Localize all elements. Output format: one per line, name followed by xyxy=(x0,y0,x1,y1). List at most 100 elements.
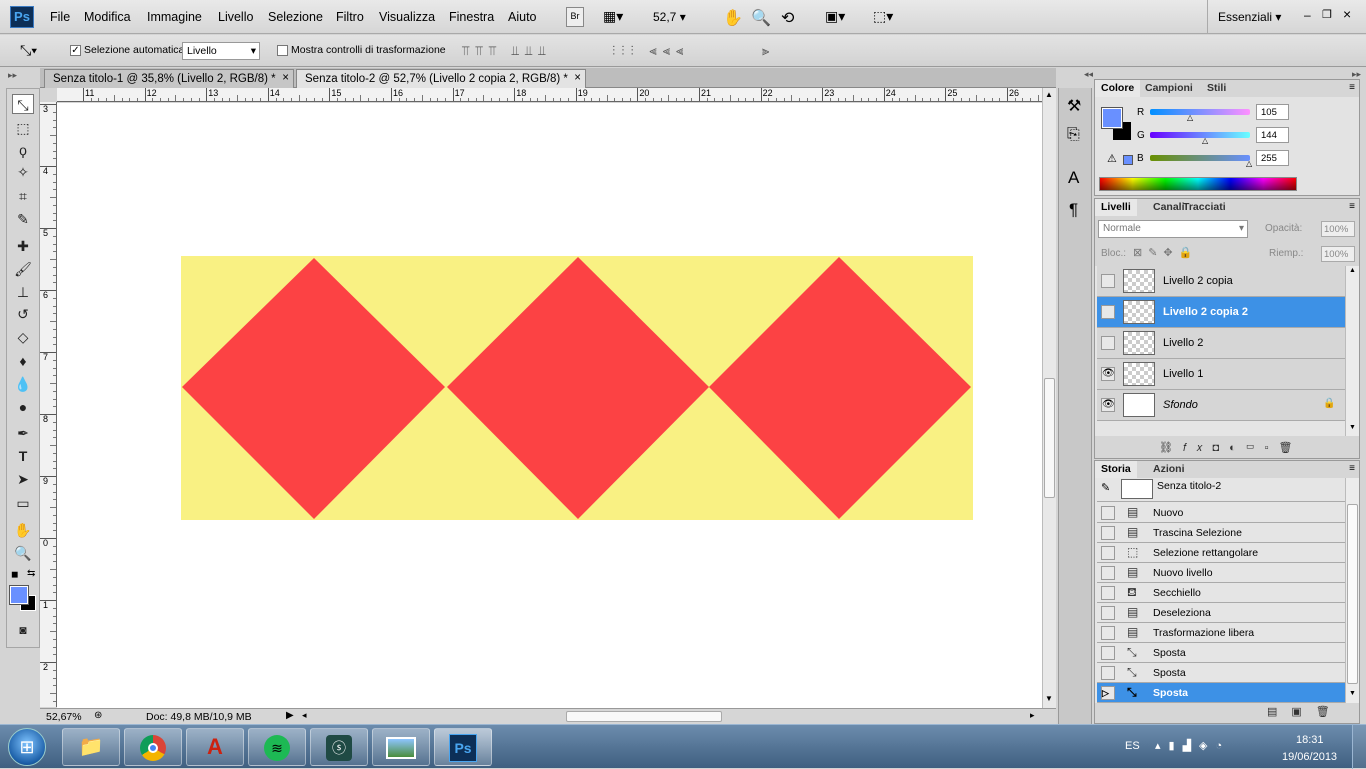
auto-select-dropdown[interactable]: Livello ▾ xyxy=(182,42,260,60)
foreground-color-swatch[interactable] xyxy=(9,585,29,605)
g-slider-thumb[interactable]: △ xyxy=(1202,136,1208,145)
chrome-taskbar-icon[interactable] xyxy=(124,728,182,766)
start-button[interactable]: ⊞ xyxy=(8,728,46,766)
path-selection-icon[interactable]: ➤ xyxy=(12,469,34,489)
marquee-tool-icon[interactable]: ⬚ xyxy=(12,118,34,138)
history-footer-icons[interactable]: ▤▣🗑 xyxy=(1267,705,1344,718)
hand-tool-icon[interactable]: ✋ xyxy=(722,7,744,27)
color-spectrum-bar[interactable] xyxy=(1099,177,1297,191)
g-slider[interactable] xyxy=(1150,132,1250,138)
brush-tool-icon[interactable]: 🖌 xyxy=(12,259,34,279)
transform-controls-checkbox[interactable] xyxy=(277,45,288,56)
history-source-box[interactable]: ▷ xyxy=(1101,686,1115,700)
b-value[interactable]: 255 xyxy=(1256,150,1289,166)
move-tool-icon[interactable]: ⤡ xyxy=(12,94,34,114)
mini-bridge-icon[interactable]: ▦▾ xyxy=(602,7,636,27)
arrange-documents-icon[interactable]: ▣▾ xyxy=(824,7,846,27)
paint-bucket-icon[interactable]: ♦ xyxy=(12,351,34,371)
zoom-level-dropdown[interactable]: 52,7 ▾ xyxy=(652,7,698,27)
panel-menu-icon[interactable]: ≡ xyxy=(1349,463,1355,474)
tab-storia[interactable]: Storia xyxy=(1095,461,1137,478)
magic-wand-icon[interactable]: ✧ xyxy=(12,162,34,182)
history-item[interactable]: ⤡ Sposta xyxy=(1097,643,1345,663)
layer-visibility-icon[interactable] xyxy=(1101,305,1115,319)
rotate-view-icon[interactable]: ⟲ xyxy=(780,7,795,27)
crop-tool-icon[interactable]: ⌗ xyxy=(12,186,34,206)
tab-colore[interactable]: Colore xyxy=(1095,80,1141,97)
restore-button[interactable]: ❐ xyxy=(1322,8,1332,21)
default-colors-icon[interactable]: ◼ xyxy=(11,569,18,580)
tab-close-icon[interactable]: × xyxy=(574,72,581,84)
explorer-taskbar-icon[interactable]: 📁 xyxy=(62,728,120,766)
history-source-box[interactable] xyxy=(1101,626,1115,640)
scroll-right-icon[interactable]: ▸ xyxy=(1030,710,1035,721)
history-item[interactable]: ⛾ Secchiello xyxy=(1097,583,1345,603)
tab-azioni[interactable]: Azioni xyxy=(1147,461,1191,478)
tab-close-icon[interactable]: × xyxy=(282,72,289,84)
history-source-box[interactable] xyxy=(1101,566,1115,580)
gamut-color-chip[interactable] xyxy=(1123,155,1133,165)
history-source-box[interactable] xyxy=(1101,506,1115,520)
tool-presets-icon[interactable]: ⚒ xyxy=(1067,96,1081,116)
blur-tool-icon[interactable]: 💧 xyxy=(12,374,34,394)
r-slider-thumb[interactable]: △ xyxy=(1187,113,1193,122)
tab-campioni[interactable]: Campioni xyxy=(1139,80,1199,97)
b-slider[interactable] xyxy=(1150,155,1250,161)
scroll-left-icon[interactable]: ◂ xyxy=(302,710,307,721)
panel-menu-icon[interactable]: ≡ xyxy=(1349,201,1355,212)
clock-date[interactable]: 19/06/2013 xyxy=(1282,751,1337,763)
canvas-area[interactable] xyxy=(57,103,1042,708)
vertical-scroll-thumb[interactable] xyxy=(1044,378,1055,498)
foreground-color-chip[interactable] xyxy=(1101,107,1123,129)
history-item[interactable]: ▷ ⤡ Sposta xyxy=(1097,683,1345,703)
history-item[interactable]: ▤ Trasformazione libera xyxy=(1097,623,1345,643)
history-source-box[interactable] xyxy=(1101,666,1115,680)
menu-immagine[interactable]: Immagine xyxy=(147,10,202,24)
layer-footer-icons[interactable]: ⛓𝑓𝑥◘◐▭▫🗑 xyxy=(1159,441,1302,455)
zoom-tool-icon[interactable]: 🔍 xyxy=(750,7,772,27)
dodge-tool-icon[interactable]: ● xyxy=(12,397,34,417)
vertical-scrollbar[interactable]: ▲ ▼ xyxy=(1042,88,1056,708)
move-tool-preset-icon[interactable]: ⤡▾ xyxy=(20,42,37,59)
menu-finestra[interactable]: Finestra xyxy=(449,10,494,24)
history-brush-source-icon[interactable]: ✎ xyxy=(1101,481,1110,494)
layer-row[interactable]: 👁 Sfondo 🔒 xyxy=(1097,390,1345,421)
minimize-button[interactable]: – xyxy=(1304,8,1311,22)
tab-stili[interactable]: Stili xyxy=(1201,80,1232,97)
history-source-box[interactable] xyxy=(1101,586,1115,600)
scroll-up-icon[interactable]: ▲ xyxy=(1045,90,1053,99)
fill-value[interactable]: 100% xyxy=(1321,246,1355,262)
menu-file[interactable]: File xyxy=(50,10,70,24)
tab-tracciati[interactable]: Tracciati xyxy=(1177,199,1232,216)
history-snapshot[interactable]: ✎ Senza titolo-2 xyxy=(1097,478,1345,502)
clone-stamp-icon[interactable]: ⊥ xyxy=(12,282,34,302)
zoom-tool-icon[interactable]: 🔍 xyxy=(12,543,34,563)
b-slider-thumb[interactable]: △ xyxy=(1246,159,1252,168)
menu-visualizza[interactable]: Visualizza xyxy=(379,10,435,24)
layer-row[interactable]: Livello 2 copia 2 xyxy=(1097,297,1345,328)
distribute-icons[interactable]: ⫶⫶⫶ ⫷⫷⫷ xyxy=(612,43,689,59)
hand-tool-icon[interactable]: ✋ xyxy=(12,520,34,540)
eyedropper-icon[interactable]: ✎ xyxy=(12,209,34,229)
layer-visibility-icon[interactable] xyxy=(1101,336,1115,350)
panel-menu-icon[interactable]: ≡ xyxy=(1349,82,1355,93)
layers-scrollbar[interactable]: ▲ ▼ xyxy=(1345,266,1359,436)
photoshop-taskbar-icon[interactable]: Ps xyxy=(434,728,492,766)
zoom-readout[interactable]: 52,67% xyxy=(46,711,82,723)
rectangle-tool-icon[interactable]: ▭ xyxy=(12,493,34,513)
photo-viewer-taskbar-icon[interactable] xyxy=(372,728,430,766)
history-item[interactable]: ⬚ Selezione rettangolare xyxy=(1097,543,1345,563)
menu-selezione[interactable]: Selezione xyxy=(268,10,323,24)
status-menu-icon[interactable]: ▶ xyxy=(286,710,294,721)
blend-mode-dropdown[interactable]: Normale ▾ xyxy=(1098,220,1248,238)
type-tool-icon[interactable]: T xyxy=(12,446,34,466)
autocad-taskbar-icon[interactable]: A xyxy=(186,728,244,766)
history-source-box[interactable] xyxy=(1101,546,1115,560)
layer-row[interactable]: 👁 Livello 1 xyxy=(1097,359,1345,390)
scroll-down-icon[interactable]: ▼ xyxy=(1045,694,1053,703)
history-item[interactable]: ▤ Nuovo xyxy=(1097,503,1345,523)
r-value[interactable]: 105 xyxy=(1256,104,1289,120)
layer-visibility-icon[interactable]: 👁 xyxy=(1101,398,1115,412)
language-indicator[interactable]: ES xyxy=(1125,740,1140,752)
lock-icons[interactable]: ⊠✎✥🔒 xyxy=(1133,246,1198,259)
